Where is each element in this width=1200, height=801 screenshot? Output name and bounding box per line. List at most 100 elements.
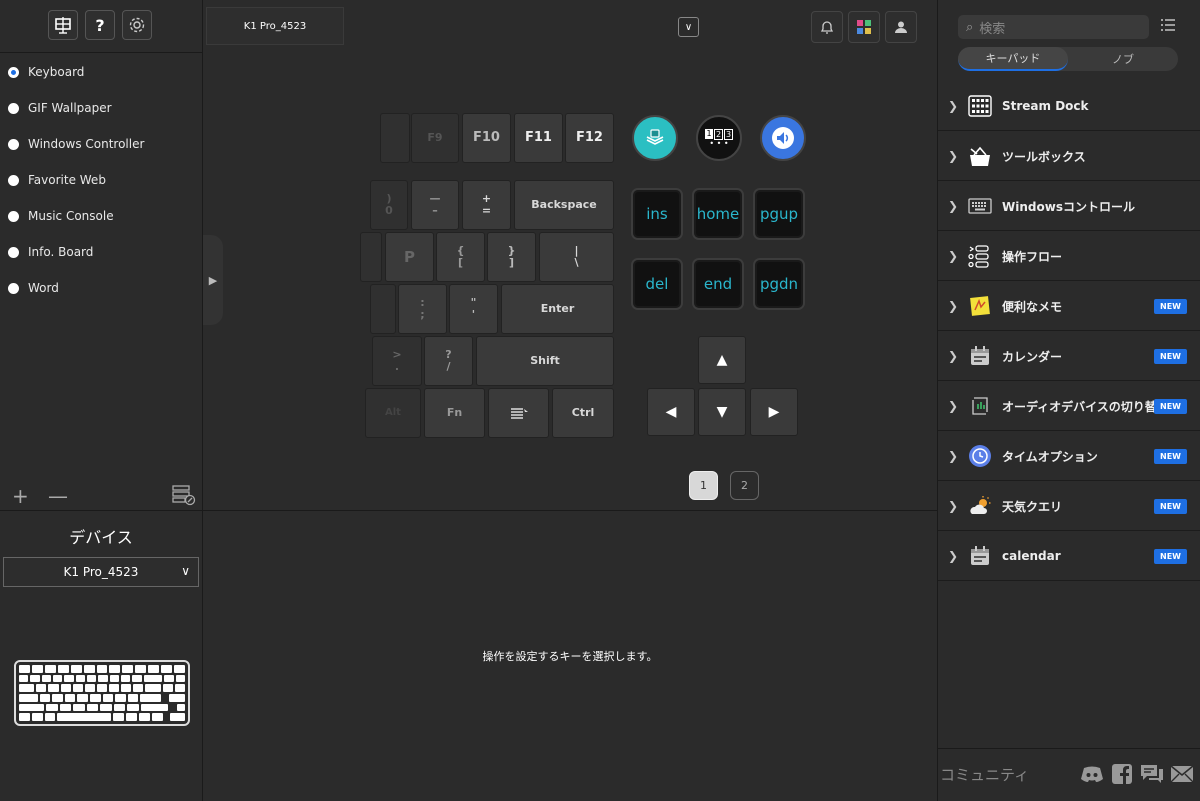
key-p[interactable]: P [385,232,434,282]
feedback-icon[interactable] [1140,762,1164,786]
divider [0,510,202,511]
key-0[interactable]: ) 0 [370,180,408,230]
key-partial[interactable] [360,232,382,282]
help-icon[interactable]: ? [85,10,115,40]
search-field[interactable]: ⌕ 検索 [958,15,1149,39]
device-select[interactable]: K1 Pro_4523 ∨ [3,557,199,587]
user-icon[interactable] [885,11,917,43]
plugin-item-operation-flow[interactable]: ❯ 操作フロー [938,232,1200,281]
weather-icon [968,494,992,518]
store-icon[interactable] [848,11,880,43]
page-button-2[interactable]: 2 [730,471,759,500]
mail-icon[interactable] [1170,762,1194,786]
key-fn[interactable]: Fn [424,388,485,438]
key-f12[interactable]: F12 [565,113,614,163]
plugin-item-windows-control[interactable]: ❯ Windowsコントロール [938,182,1200,231]
profile-item-windows-controller[interactable]: Windows Controller [8,134,144,154]
key-pgdn[interactable]: pgdn [753,258,805,310]
settings-icon[interactable] [122,10,152,40]
collapse-panel-toggle[interactable]: ▶ [203,235,223,325]
plugin-item-stream-dock[interactable]: ❯ Stream Dock [938,82,1200,131]
key-backspace[interactable]: Backspace [514,180,614,230]
key-shift[interactable]: Shift [476,336,614,386]
key-enter[interactable]: Enter [501,284,614,334]
key-period[interactable]: > . [372,336,422,386]
add-profile-button[interactable]: + [12,484,29,508]
chevron-right-icon: ❯ [947,299,959,313]
plugin-item-time-option[interactable]: ❯ タイムオプション NEW [938,432,1200,481]
plugin-item-weather[interactable]: ❯ 天気クエリ NEW [938,482,1200,531]
key-ins[interactable]: ins [631,188,683,240]
radio[interactable] [8,102,19,114]
device-select-value: K1 Pro_4523 [63,565,139,579]
plugin-type-segment: キーパッド ノブ [958,47,1178,71]
new-badge: NEW [1154,498,1187,514]
key-arrow-down[interactable]: ▼ [698,388,746,436]
plugin-item-calendar-jp[interactable]: ❯ カレンダー NEW [938,332,1200,381]
key-menu[interactable] [488,388,549,438]
plugin-item-memo[interactable]: ❯ 便利なメモ NEW [938,282,1200,331]
tab-knob[interactable]: ノブ [1068,47,1178,71]
key-bracket-right[interactable]: } ] [487,232,536,282]
radio[interactable] [8,246,19,258]
radio[interactable] [8,174,19,186]
search-placeholder[interactable]: 検索 [979,18,1005,37]
radio[interactable] [8,210,19,222]
key-alt[interactable]: Alt [365,388,421,438]
key-minus[interactable]: — – [411,180,459,230]
profile-item-info-board[interactable]: Info. Board [8,242,93,262]
key-quote[interactable]: " ' [449,284,498,334]
plugin-item-toolbox[interactable]: ❯ ツールボックス [938,132,1200,181]
radio-selected[interactable] [8,66,19,78]
new-badge: NEW [1154,548,1187,564]
plugin-item-audio-switch[interactable]: ❯ オーディオデバイスの切り替え NEW [938,382,1200,431]
key-partial[interactable] [370,284,396,334]
key-ctrl[interactable]: Ctrl [552,388,614,438]
plugin-item-calendar-en[interactable]: ❯ calendar NEW [938,532,1200,581]
key-del[interactable]: del [631,258,683,310]
profile-item-gif-wallpaper[interactable]: GIF Wallpaper [8,98,112,118]
discord-icon[interactable] [1080,762,1104,786]
list-view-icon[interactable] [1160,18,1176,36]
profile-item-word[interactable]: Word [8,278,59,298]
key-bracket-left[interactable]: { [ [436,232,485,282]
profile-label: Keyboard [28,65,85,79]
chevron-down-icon: ∨ [181,564,190,578]
profile-item-music-console[interactable]: Music Console [8,206,114,226]
profile-item-favorite-web[interactable]: Favorite Web [8,170,106,190]
key-f10[interactable]: F10 [462,113,511,163]
chevron-right-icon: ❯ [947,249,959,263]
device-tab[interactable]: K1 Pro_4523 [206,7,344,45]
key-slash[interactable]: ? / [424,336,473,386]
facebook-icon[interactable] [1110,762,1134,786]
stream-dock-icon[interactable] [632,115,678,161]
key-home[interactable]: home [692,188,744,240]
profile-manage-icon[interactable] [172,484,196,510]
key-f11[interactable]: F11 [514,113,563,163]
radio[interactable] [8,282,19,294]
tab-keypad[interactable]: キーパッド [958,47,1068,71]
key-f9[interactable]: F9 [411,113,459,163]
page-button-1[interactable]: 1 [689,471,718,500]
page-switch-icon[interactable]: 1 2 3 • • • [696,115,742,161]
key-pgup[interactable]: pgup [753,188,805,240]
profile-item-keyboard[interactable]: Keyboard [8,62,84,82]
chevron-down-icon[interactable]: ∨ [678,17,699,37]
key-arrow-left[interactable]: ◀ [647,388,695,436]
key-arrow-up[interactable]: ▲ [698,336,746,384]
key-arrow-right[interactable]: ▶ [750,388,798,436]
page-digit: 1 [705,128,713,139]
wallpaper-icon[interactable] [48,10,78,40]
volume-icon[interactable] [760,115,806,161]
divider [203,510,937,511]
key-backslash[interactable]: | \ [539,232,614,282]
key-partial[interactable] [380,113,410,163]
toolbox-icon [968,144,992,168]
radio[interactable] [8,138,19,150]
bell-icon[interactable] [811,11,843,43]
plugin-label: Stream Dock [1002,99,1089,113]
key-semicolon[interactable]: : ; [398,284,447,334]
key-end[interactable]: end [692,258,744,310]
remove-profile-button[interactable]: — [48,484,68,508]
key-equal[interactable]: + = [462,180,511,230]
